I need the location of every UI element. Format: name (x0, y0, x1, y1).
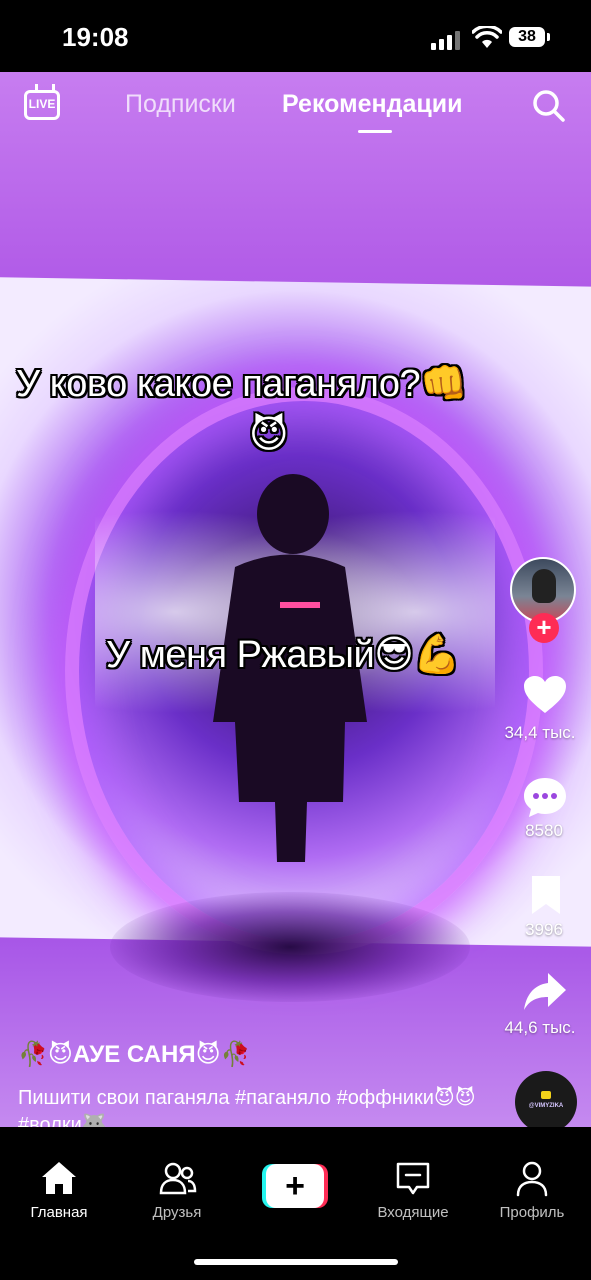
nav-home-label: Главная (30, 1204, 88, 1221)
music-disc[interactable]: @VIMYZIKA (515, 1071, 577, 1133)
create-plus-icon: + (266, 1164, 324, 1208)
inbox-icon (396, 1162, 430, 1195)
profile-icon (516, 1161, 548, 1197)
video-player[interactable] (0, 72, 591, 1127)
search-icon[interactable] (532, 89, 566, 123)
status-bar: 19:08 38 (0, 0, 591, 72)
nav-inbox-label: Входящие (377, 1204, 449, 1221)
create-button[interactable]: + (262, 1164, 328, 1208)
share-count: 44,6 тыс. (504, 1018, 576, 1037)
video-overlay-text: У ково какое паганяло?👊 (16, 363, 467, 405)
music-disc-label: @VIMYZIKA (528, 1103, 564, 1109)
home-icon (42, 1162, 76, 1194)
heart-icon[interactable] (523, 675, 567, 715)
cellular-signal-icon (431, 30, 461, 50)
music-disc-logo (541, 1091, 551, 1099)
share-icon[interactable] (523, 972, 567, 1012)
video-overlay-text-2: У меня Ржавый😎💪 (106, 634, 461, 676)
tab-following[interactable]: Подписки (125, 90, 236, 119)
video-overlay-emoji: 😈 (249, 414, 289, 456)
friends-icon (159, 1162, 197, 1195)
like-count: 34,4 тыс. (504, 723, 576, 742)
wifi-icon (472, 26, 502, 48)
active-tab-indicator (358, 130, 392, 133)
author-name[interactable]: 🥀😈АУЕ САНЯ😈🥀 (18, 1040, 250, 1069)
nav-friends-label: Друзья (152, 1204, 202, 1221)
bookmark-icon[interactable] (529, 875, 563, 915)
nav-profile-label: Профиль (499, 1204, 565, 1221)
follow-plus-button[interactable]: + (529, 613, 559, 643)
comment-icon[interactable] (523, 776, 567, 818)
video-shadow (110, 892, 470, 1002)
home-indicator (194, 1259, 398, 1265)
save-count: 3996 (525, 920, 563, 939)
battery-icon: 38 (509, 27, 550, 47)
live-icon[interactable]: LIVE (24, 90, 60, 120)
status-time: 19:08 (62, 22, 129, 52)
comment-count: 8580 (525, 821, 563, 840)
tab-for-you[interactable]: Рекомендации (282, 90, 462, 119)
